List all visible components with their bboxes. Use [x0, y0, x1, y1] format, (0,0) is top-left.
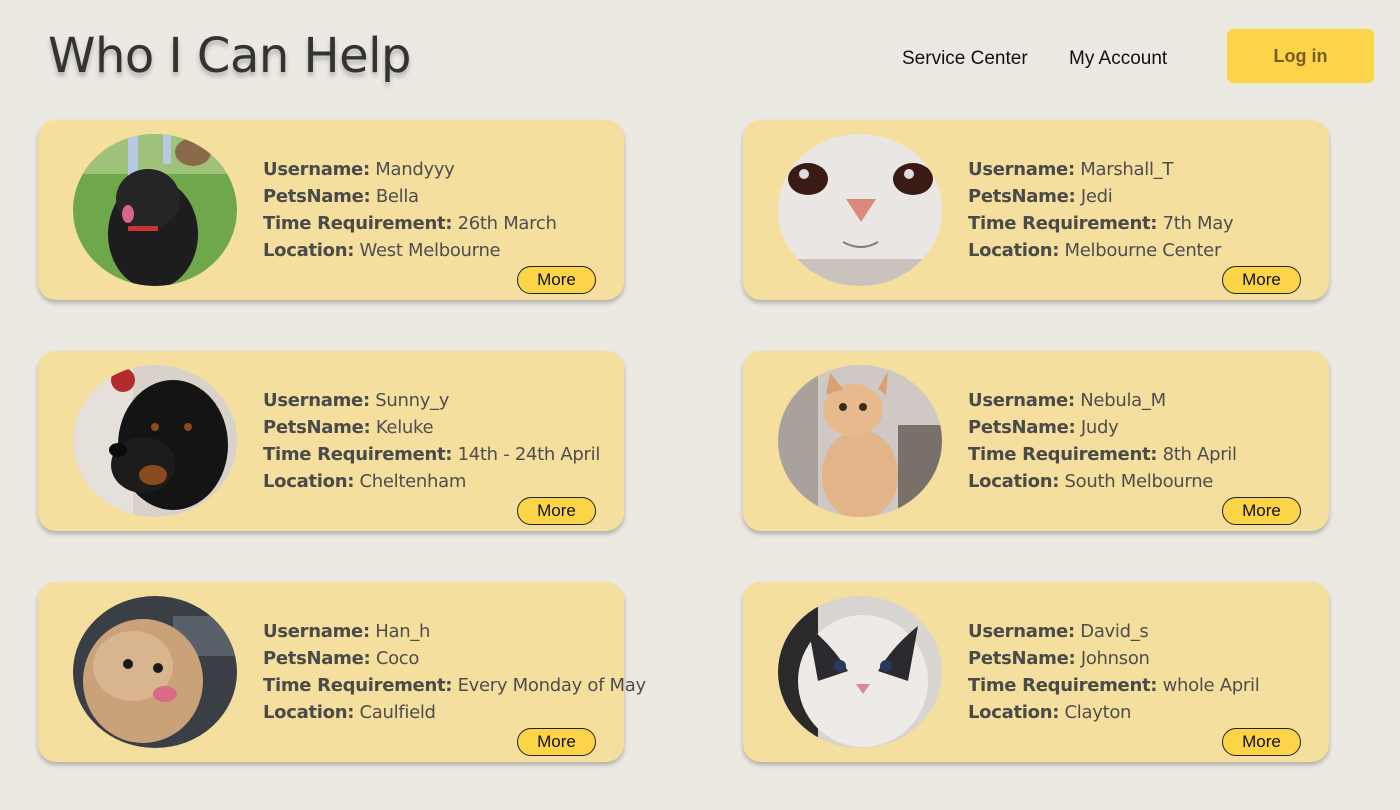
- location-label: Location:: [968, 471, 1060, 492]
- pet-card: Username: Han_h PetsName: Coco Time Requ…: [38, 582, 646, 762]
- username-label: Username:: [263, 621, 370, 642]
- pet-card: Username: Mandyyy PetsName: Bella Time R…: [38, 120, 624, 300]
- more-button[interactable]: More: [1222, 266, 1301, 294]
- time-value: whole April: [1162, 675, 1260, 696]
- time-label: Time Requirement:: [263, 444, 453, 465]
- time-value: 7th May: [1162, 213, 1234, 234]
- nav-my-account[interactable]: My Account: [1069, 48, 1167, 70]
- username-value: Marshall_T: [1080, 159, 1174, 180]
- petsname-label: PetsName:: [968, 417, 1076, 438]
- nav-service-center[interactable]: Service Center: [902, 48, 1028, 70]
- location-value: Clayton: [1064, 702, 1132, 723]
- petsname-value: Judy: [1080, 417, 1119, 438]
- page-title: Who I Can Help: [48, 28, 411, 84]
- petsname-label: PetsName:: [263, 417, 371, 438]
- more-button[interactable]: More: [1222, 728, 1301, 756]
- username-label: Username:: [263, 159, 370, 180]
- more-button[interactable]: More: [517, 728, 596, 756]
- petsname-label: PetsName:: [263, 186, 371, 207]
- petsname-label: PetsName:: [968, 648, 1076, 669]
- location-value: Caulfield: [359, 702, 436, 723]
- location-label: Location:: [263, 471, 355, 492]
- time-value: 26th March: [457, 213, 557, 234]
- time-value: 8th April: [1162, 444, 1237, 465]
- time-value: Every Monday of May: [457, 675, 647, 696]
- more-button[interactable]: More: [517, 497, 596, 525]
- petsname-label: PetsName:: [263, 648, 371, 669]
- time-label: Time Requirement:: [263, 675, 453, 696]
- time-label: Time Requirement:: [968, 675, 1158, 696]
- pet-photo: [73, 596, 237, 748]
- petsname-value: Keluke: [375, 417, 434, 438]
- pet-card: Username: David_s PetsName: Johnson Time…: [743, 582, 1329, 762]
- petsname-value: Johnson: [1080, 648, 1150, 669]
- time-label: Time Requirement:: [968, 444, 1158, 465]
- username-value: Mandyyy: [375, 159, 455, 180]
- location-value: West Melbourne: [359, 240, 501, 261]
- pet-photo: [73, 134, 237, 286]
- username-label: Username:: [968, 621, 1075, 642]
- location-value: Cheltenham: [359, 471, 467, 492]
- username-value: Sunny_y: [375, 390, 450, 411]
- time-label: Time Requirement:: [968, 213, 1158, 234]
- petsname-label: PetsName:: [968, 186, 1076, 207]
- location-label: Location:: [968, 702, 1060, 723]
- username-value: Han_h: [375, 621, 431, 642]
- time-value: 14th - 24th April: [457, 444, 601, 465]
- username-value: David_s: [1080, 621, 1149, 642]
- location-value: Melbourne Center: [1064, 240, 1222, 261]
- username-label: Username:: [968, 159, 1075, 180]
- more-button[interactable]: More: [517, 266, 596, 294]
- pet-photo: [778, 596, 942, 748]
- pet-photo: [73, 365, 237, 517]
- login-button[interactable]: Log in: [1227, 29, 1374, 83]
- username-label: Username:: [263, 390, 370, 411]
- petsname-value: Coco: [375, 648, 420, 669]
- pet-card: Username: Marshall_T PetsName: Jedi Time…: [743, 120, 1329, 300]
- location-value: South Melbourne: [1064, 471, 1214, 492]
- username-label: Username:: [968, 390, 1075, 411]
- petsname-value: Jedi: [1080, 186, 1113, 207]
- time-label: Time Requirement:: [263, 213, 453, 234]
- petsname-value: Bella: [375, 186, 419, 207]
- username-value: Nebula_M: [1080, 390, 1166, 411]
- pet-card: Username: Sunny_y PetsName: Keluke Time …: [38, 351, 624, 531]
- location-label: Location:: [968, 240, 1060, 261]
- pet-card: Username: Nebula_M PetsName: Judy Time R…: [743, 351, 1329, 531]
- more-button[interactable]: More: [1222, 497, 1301, 525]
- pet-photo: [778, 134, 942, 286]
- pet-photo: [778, 365, 942, 517]
- location-label: Location:: [263, 702, 355, 723]
- location-label: Location:: [263, 240, 355, 261]
